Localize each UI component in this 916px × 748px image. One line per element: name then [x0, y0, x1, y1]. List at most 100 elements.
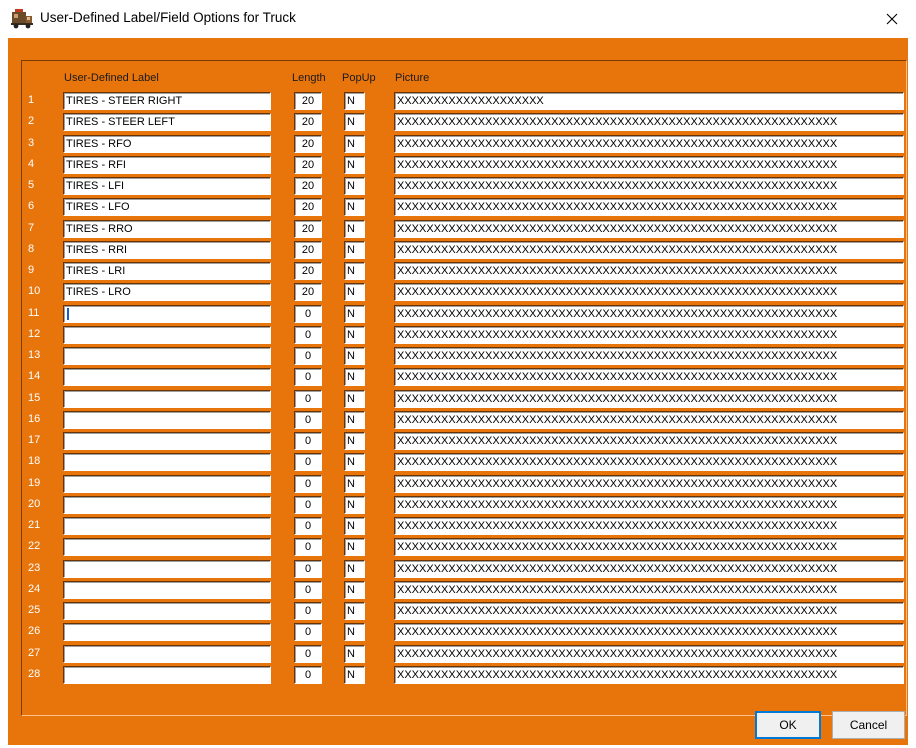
user-defined-label-field[interactable] [63, 410, 271, 429]
picture-field[interactable]: XXXXXXXXXXXXXXXXXXXXXXXXXXXXXXXXXXXXXXXX… [394, 325, 904, 344]
popup-field[interactable]: N [344, 602, 365, 620]
user-defined-label-field[interactable] [63, 517, 271, 535]
user-defined-label-field[interactable]: TIRES - LRI [63, 262, 271, 280]
user-defined-label-field[interactable] [63, 495, 271, 514]
picture-field[interactable]: XXXXXXXXXXXXXXXXXXXXXXXXXXXXXXXXXXXXXXXX… [394, 432, 904, 450]
user-defined-label-field[interactable]: TIRES - RRO [63, 219, 271, 238]
picture-field[interactable]: XXXXXXXXXXXXXXXXXXXXXXXXXXXXXXXXXXXXXXXX… [394, 644, 904, 663]
picture-field[interactable]: XXXXXXXXXXXXXXXXXXXXXXXXXXXXXXXXXXXXXXXX… [394, 389, 904, 408]
length-field[interactable]: 0 [294, 623, 322, 642]
picture-field[interactable]: XXXXXXXXXXXXXXXXXXXXXXXXXXXXXXXXXXXXXXXX… [394, 347, 904, 365]
user-defined-label-field[interactable] [63, 389, 271, 408]
length-field[interactable]: 0 [294, 538, 322, 557]
popup-field[interactable]: N [344, 177, 365, 195]
picture-field[interactable]: XXXXXXXXXXXXXXXXXXXXXXXXXXXXXXXXXXXXXXXX… [394, 304, 904, 323]
picture-field[interactable]: XXXXXXXXXXXXXXXXXXXXXXXXXXXXXXXXXXXXXXXX… [394, 410, 904, 429]
length-field[interactable]: 0 [294, 644, 322, 663]
picture-field[interactable]: XXXXXXXXXXXXXXXXXXXXXXXXXXXXXXXXXXXXXXXX… [394, 665, 904, 684]
user-defined-label-field[interactable]: TIRES - LFI [63, 177, 271, 195]
popup-field[interactable]: N [344, 325, 365, 344]
length-field[interactable]: 20 [294, 283, 322, 302]
user-defined-label-field[interactable]: TIRES - LRO [63, 283, 271, 302]
popup-field[interactable]: N [344, 368, 365, 387]
popup-field[interactable]: N [344, 283, 365, 302]
popup-field[interactable]: N [344, 665, 365, 684]
user-defined-label-field[interactable] [63, 602, 271, 620]
popup-field[interactable]: N [344, 155, 365, 174]
length-field[interactable]: 0 [294, 432, 322, 450]
user-defined-label-field[interactable] [63, 665, 271, 684]
length-field[interactable]: 20 [294, 134, 322, 153]
user-defined-label-field[interactable] [63, 644, 271, 663]
user-defined-label-field[interactable] [63, 580, 271, 599]
length-field[interactable]: 0 [294, 389, 322, 408]
ok-button[interactable]: OK [755, 711, 821, 739]
user-defined-label-field[interactable] [63, 304, 271, 323]
popup-field[interactable]: N [344, 474, 365, 493]
picture-field[interactable]: XXXXXXXXXXXXXXXXXXXXXXXXXXXXXXXXXXXXXXXX… [394, 538, 904, 557]
user-defined-label-field[interactable]: TIRES - RFI [63, 155, 271, 174]
length-field[interactable]: 0 [294, 517, 322, 535]
popup-field[interactable]: N [344, 134, 365, 153]
picture-field[interactable]: XXXXXXXXXXXXXXXXXXXXXXXXXXXXXXXXXXXXXXXX… [394, 474, 904, 493]
close-button[interactable] [868, 0, 916, 38]
length-field[interactable]: 0 [294, 347, 322, 365]
popup-field[interactable]: N [344, 198, 365, 217]
popup-field[interactable]: N [344, 219, 365, 238]
picture-field[interactable]: XXXXXXXXXXXXXXXXXXXXXXXXXXXXXXXXXXXXXXXX… [394, 240, 904, 259]
user-defined-label-field[interactable] [63, 432, 271, 450]
popup-field[interactable]: N [344, 580, 365, 599]
picture-field[interactable]: XXXXXXXXXXXXXXXXXXXXXXXXXXXXXXXXXXXXXXXX… [394, 517, 904, 535]
length-field[interactable]: 0 [294, 453, 322, 472]
length-field[interactable]: 0 [294, 304, 322, 323]
length-field[interactable]: 0 [294, 474, 322, 493]
user-defined-label-field[interactable]: TIRES - LFO [63, 198, 271, 217]
user-defined-label-field[interactable]: TIRES - STEER RIGHT [63, 92, 271, 110]
popup-field[interactable]: N [344, 113, 365, 132]
length-field[interactable]: 20 [294, 262, 322, 280]
picture-field[interactable]: XXXXXXXXXXXXXXXXXXXXXXXXXXXXXXXXXXXXXXXX… [394, 495, 904, 514]
length-field[interactable]: 0 [294, 325, 322, 344]
length-field[interactable]: 20 [294, 155, 322, 174]
user-defined-label-field[interactable] [63, 538, 271, 557]
popup-field[interactable]: N [344, 623, 365, 642]
length-field[interactable]: 20 [294, 240, 322, 259]
popup-field[interactable]: N [344, 559, 365, 578]
user-defined-label-field[interactable] [63, 453, 271, 472]
popup-field[interactable]: N [344, 240, 365, 259]
picture-field[interactable]: XXXXXXXXXXXXXXXXXXXXXXXXXXXXXXXXXXXXXXXX… [394, 177, 904, 195]
picture-field[interactable]: XXXXXXXXXXXXXXXXXXXXXXXXXXXXXXXXXXXXXXXX… [394, 198, 904, 217]
length-field[interactable]: 0 [294, 559, 322, 578]
picture-field[interactable]: XXXXXXXXXXXXXXXXXXXXXXXXXXXXXXXXXXXXXXXX… [394, 155, 904, 174]
picture-field[interactable]: XXXXXXXXXXXXXXXXXXXXXXXXXXXXXXXXXXXXXXXX… [394, 453, 904, 472]
popup-field[interactable]: N [344, 495, 365, 514]
popup-field[interactable]: N [344, 538, 365, 557]
length-field[interactable]: 0 [294, 368, 322, 387]
picture-field[interactable]: XXXXXXXXXXXXXXXXXXXXXXXXXXXXXXXXXXXXXXXX… [394, 134, 904, 153]
length-field[interactable]: 20 [294, 177, 322, 195]
popup-field[interactable]: N [344, 410, 365, 429]
picture-field[interactable]: XXXXXXXXXXXXXXXXXXXXXXXXXXXXXXXXXXXXXXXX… [394, 283, 904, 302]
picture-field[interactable]: XXXXXXXXXXXXXXXXXXXXXXXXXXXXXXXXXXXXXXXX… [394, 368, 904, 387]
length-field[interactable]: 0 [294, 602, 322, 620]
picture-field[interactable]: XXXXXXXXXXXXXXXXXXXXXXXXXXXXXXXXXXXXXXXX… [394, 623, 904, 642]
length-field[interactable]: 0 [294, 410, 322, 429]
popup-field[interactable]: N [344, 347, 365, 365]
popup-field[interactable]: N [344, 453, 365, 472]
picture-field[interactable]: XXXXXXXXXXXXXXXXXXXX [394, 92, 904, 110]
cancel-button[interactable]: Cancel [832, 711, 905, 739]
user-defined-label-field[interactable] [63, 325, 271, 344]
popup-field[interactable]: N [344, 304, 365, 323]
length-field[interactable]: 0 [294, 495, 322, 514]
popup-field[interactable]: N [344, 644, 365, 663]
user-defined-label-field[interactable] [63, 623, 271, 642]
length-field[interactable]: 20 [294, 198, 322, 217]
user-defined-label-field[interactable] [63, 368, 271, 387]
picture-field[interactable]: XXXXXXXXXXXXXXXXXXXXXXXXXXXXXXXXXXXXXXXX… [394, 559, 904, 578]
length-field[interactable]: 0 [294, 665, 322, 684]
length-field[interactable]: 20 [294, 219, 322, 238]
picture-field[interactable]: XXXXXXXXXXXXXXXXXXXXXXXXXXXXXXXXXXXXXXXX… [394, 219, 904, 238]
user-defined-label-field[interactable]: TIRES - STEER LEFT [63, 113, 271, 132]
popup-field[interactable]: N [344, 432, 365, 450]
user-defined-label-field[interactable] [63, 474, 271, 493]
